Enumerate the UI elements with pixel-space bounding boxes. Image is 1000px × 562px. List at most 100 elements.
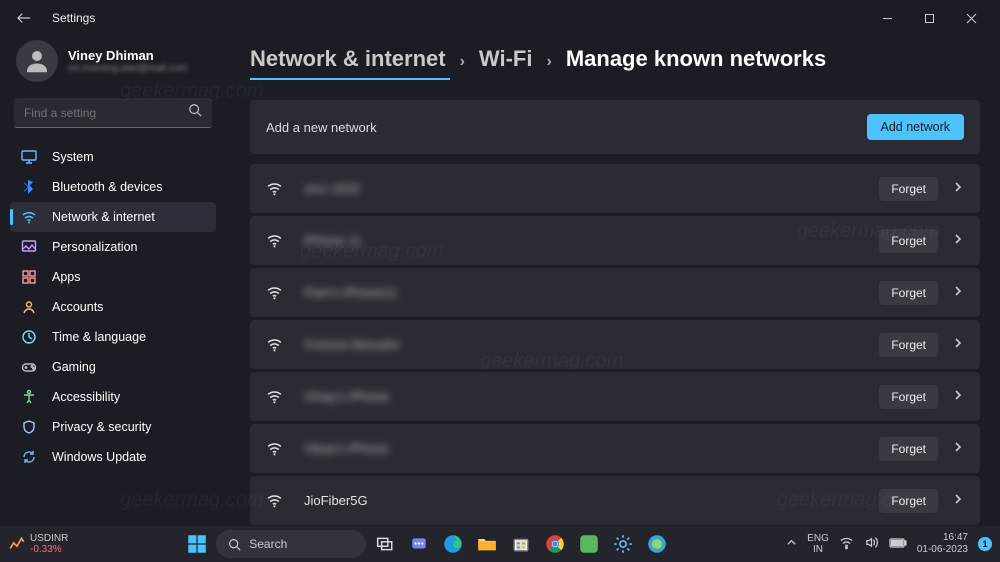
sidebar-item-label: Apps <box>52 270 81 284</box>
network-name: vivo 1818 <box>304 181 360 196</box>
chevron-right-icon: › <box>546 53 551 71</box>
wifi-icon <box>266 388 286 405</box>
gaming-icon <box>20 358 38 376</box>
taskbar-widgets[interactable]: USDINR -0.33% <box>8 533 68 555</box>
sidebar-item-accessibility[interactable]: Accessibility <box>10 382 216 412</box>
settings-button[interactable] <box>608 529 638 559</box>
crumb-wifi[interactable]: Wi-Fi <box>479 46 533 72</box>
forget-button[interactable]: Forget <box>879 333 938 357</box>
sidebar-item-gaming[interactable]: Gaming <box>10 352 216 382</box>
wifi-icon <box>266 284 286 301</box>
volume-tray-icon[interactable] <box>864 535 879 553</box>
minimize-button[interactable] <box>866 4 908 32</box>
network-row[interactable]: Vikas's iPhone Forget <box>250 424 980 473</box>
chevron-right-icon[interactable] <box>952 180 964 198</box>
sidebar-item-bluetooth[interactable]: Bluetooth & devices <box>10 172 216 202</box>
tray-chevron-icon[interactable] <box>786 537 797 551</box>
sidebar-item-personalization[interactable]: Personalization <box>10 232 216 262</box>
sidebar-item-accounts[interactable]: Accounts <box>10 292 216 322</box>
chevron-right-icon[interactable] <box>952 440 964 458</box>
chevron-right-icon[interactable] <box>952 232 964 250</box>
chat-button[interactable] <box>404 529 434 559</box>
network-row[interactable]: vivo 1818 Forget <box>250 164 980 213</box>
sidebar-item-update[interactable]: Windows Update <box>10 442 216 472</box>
network-name: JioFiber5G <box>304 493 368 508</box>
forget-button[interactable]: Forget <box>879 385 938 409</box>
network-row[interactable]: JioFiber5G Forget <box>250 476 980 525</box>
sidebar-item-network[interactable]: Network & internet <box>10 202 216 232</box>
chevron-right-icon: › <box>460 53 465 71</box>
maximize-button[interactable] <box>908 4 950 32</box>
avatar <box>16 40 58 82</box>
sidebar-item-label: Windows Update <box>52 450 147 464</box>
sidebar-item-system[interactable]: System <box>10 142 216 172</box>
wifi-icon <box>266 440 286 457</box>
search-icon <box>228 538 241 551</box>
search-icon <box>188 103 202 122</box>
privacy-icon <box>20 418 38 436</box>
sidebar-item-label: Time & language <box>52 330 146 344</box>
update-icon <box>20 448 38 466</box>
sidebar-item-time[interactable]: Time & language <box>10 322 216 352</box>
notification-badge[interactable]: 1 <box>978 537 992 551</box>
network-name: Vikas's iPhone <box>304 441 389 456</box>
search-input[interactable] <box>24 106 188 120</box>
network-row[interactable]: iPhone 11 Forget <box>250 216 980 265</box>
network-name: iPhone 11 <box>304 233 362 248</box>
sidebar: Viney Dhiman mr.morning.star@mail.com Sy… <box>0 36 226 526</box>
back-button[interactable] <box>14 8 34 28</box>
chrome-button[interactable] <box>540 529 570 559</box>
stock-symbol: USDINR <box>30 533 68 544</box>
network-icon <box>20 208 38 226</box>
sidebar-item-label: Personalization <box>52 240 137 254</box>
add-network-label: Add a new network <box>266 120 377 135</box>
forget-button[interactable]: Forget <box>879 489 938 513</box>
add-network-button[interactable]: Add network <box>867 114 964 140</box>
sidebar-item-label: System <box>52 150 94 164</box>
search-box[interactable] <box>14 98 212 128</box>
app-button-1[interactable] <box>574 529 604 559</box>
store-button[interactable] <box>506 529 536 559</box>
network-row[interactable]: Vinay's iPhone Forget <box>250 372 980 421</box>
accounts-icon <box>20 298 38 316</box>
forget-button[interactable]: Forget <box>879 177 938 201</box>
taskbar-search[interactable]: Search <box>216 530 366 558</box>
start-button[interactable] <box>182 529 212 559</box>
clock[interactable]: 16:47 01-06-2023 <box>917 532 968 556</box>
sidebar-item-privacy[interactable]: Privacy & security <box>10 412 216 442</box>
profile-name: Viney Dhiman <box>68 48 188 63</box>
wifi-icon <box>266 492 286 509</box>
chevron-right-icon[interactable] <box>952 284 964 302</box>
network-name: Vinay's iPhone <box>304 389 389 404</box>
taskbar-search-label: Search <box>249 537 287 551</box>
edge-button[interactable] <box>438 529 468 559</box>
sidebar-item-label: Privacy & security <box>52 420 151 434</box>
chevron-right-icon[interactable] <box>952 388 964 406</box>
close-button[interactable] <box>950 4 992 32</box>
sidebar-item-apps[interactable]: Apps <box>10 262 216 292</box>
wifi-tray-icon[interactable] <box>839 535 854 553</box>
chevron-right-icon[interactable] <box>952 336 964 354</box>
wifi-icon <box>266 336 286 353</box>
tab-underline <box>250 78 980 80</box>
sidebar-item-label: Gaming <box>52 360 96 374</box>
nav-list: System Bluetooth & devices Network & int… <box>10 142 216 472</box>
explorer-button[interactable] <box>472 529 502 559</box>
crumb-network[interactable]: Network & internet <box>250 46 446 72</box>
forget-button[interactable]: Forget <box>879 229 938 253</box>
network-row[interactable]: Fortune BesudmForget <box>250 320 980 369</box>
profile[interactable]: Viney Dhiman mr.morning.star@mail.com <box>10 36 216 92</box>
page-title: Manage known networks <box>566 46 826 72</box>
language-indicator[interactable]: ENG IN <box>807 533 829 555</box>
content: Network & internet › Wi-Fi › Manage know… <box>226 36 1000 526</box>
sidebar-item-label: Accounts <box>52 300 103 314</box>
chevron-right-icon[interactable] <box>952 492 964 510</box>
battery-tray-icon[interactable] <box>889 537 907 552</box>
forget-button[interactable]: Forget <box>879 437 938 461</box>
network-row[interactable]: Pam's iPhone11Forget <box>250 268 980 317</box>
sidebar-item-label: Network & internet <box>52 210 155 224</box>
forget-button[interactable]: Forget <box>879 281 938 305</box>
task-view-button[interactable] <box>370 529 400 559</box>
sidebar-item-label: Accessibility <box>52 390 120 404</box>
app-button-2[interactable] <box>642 529 672 559</box>
